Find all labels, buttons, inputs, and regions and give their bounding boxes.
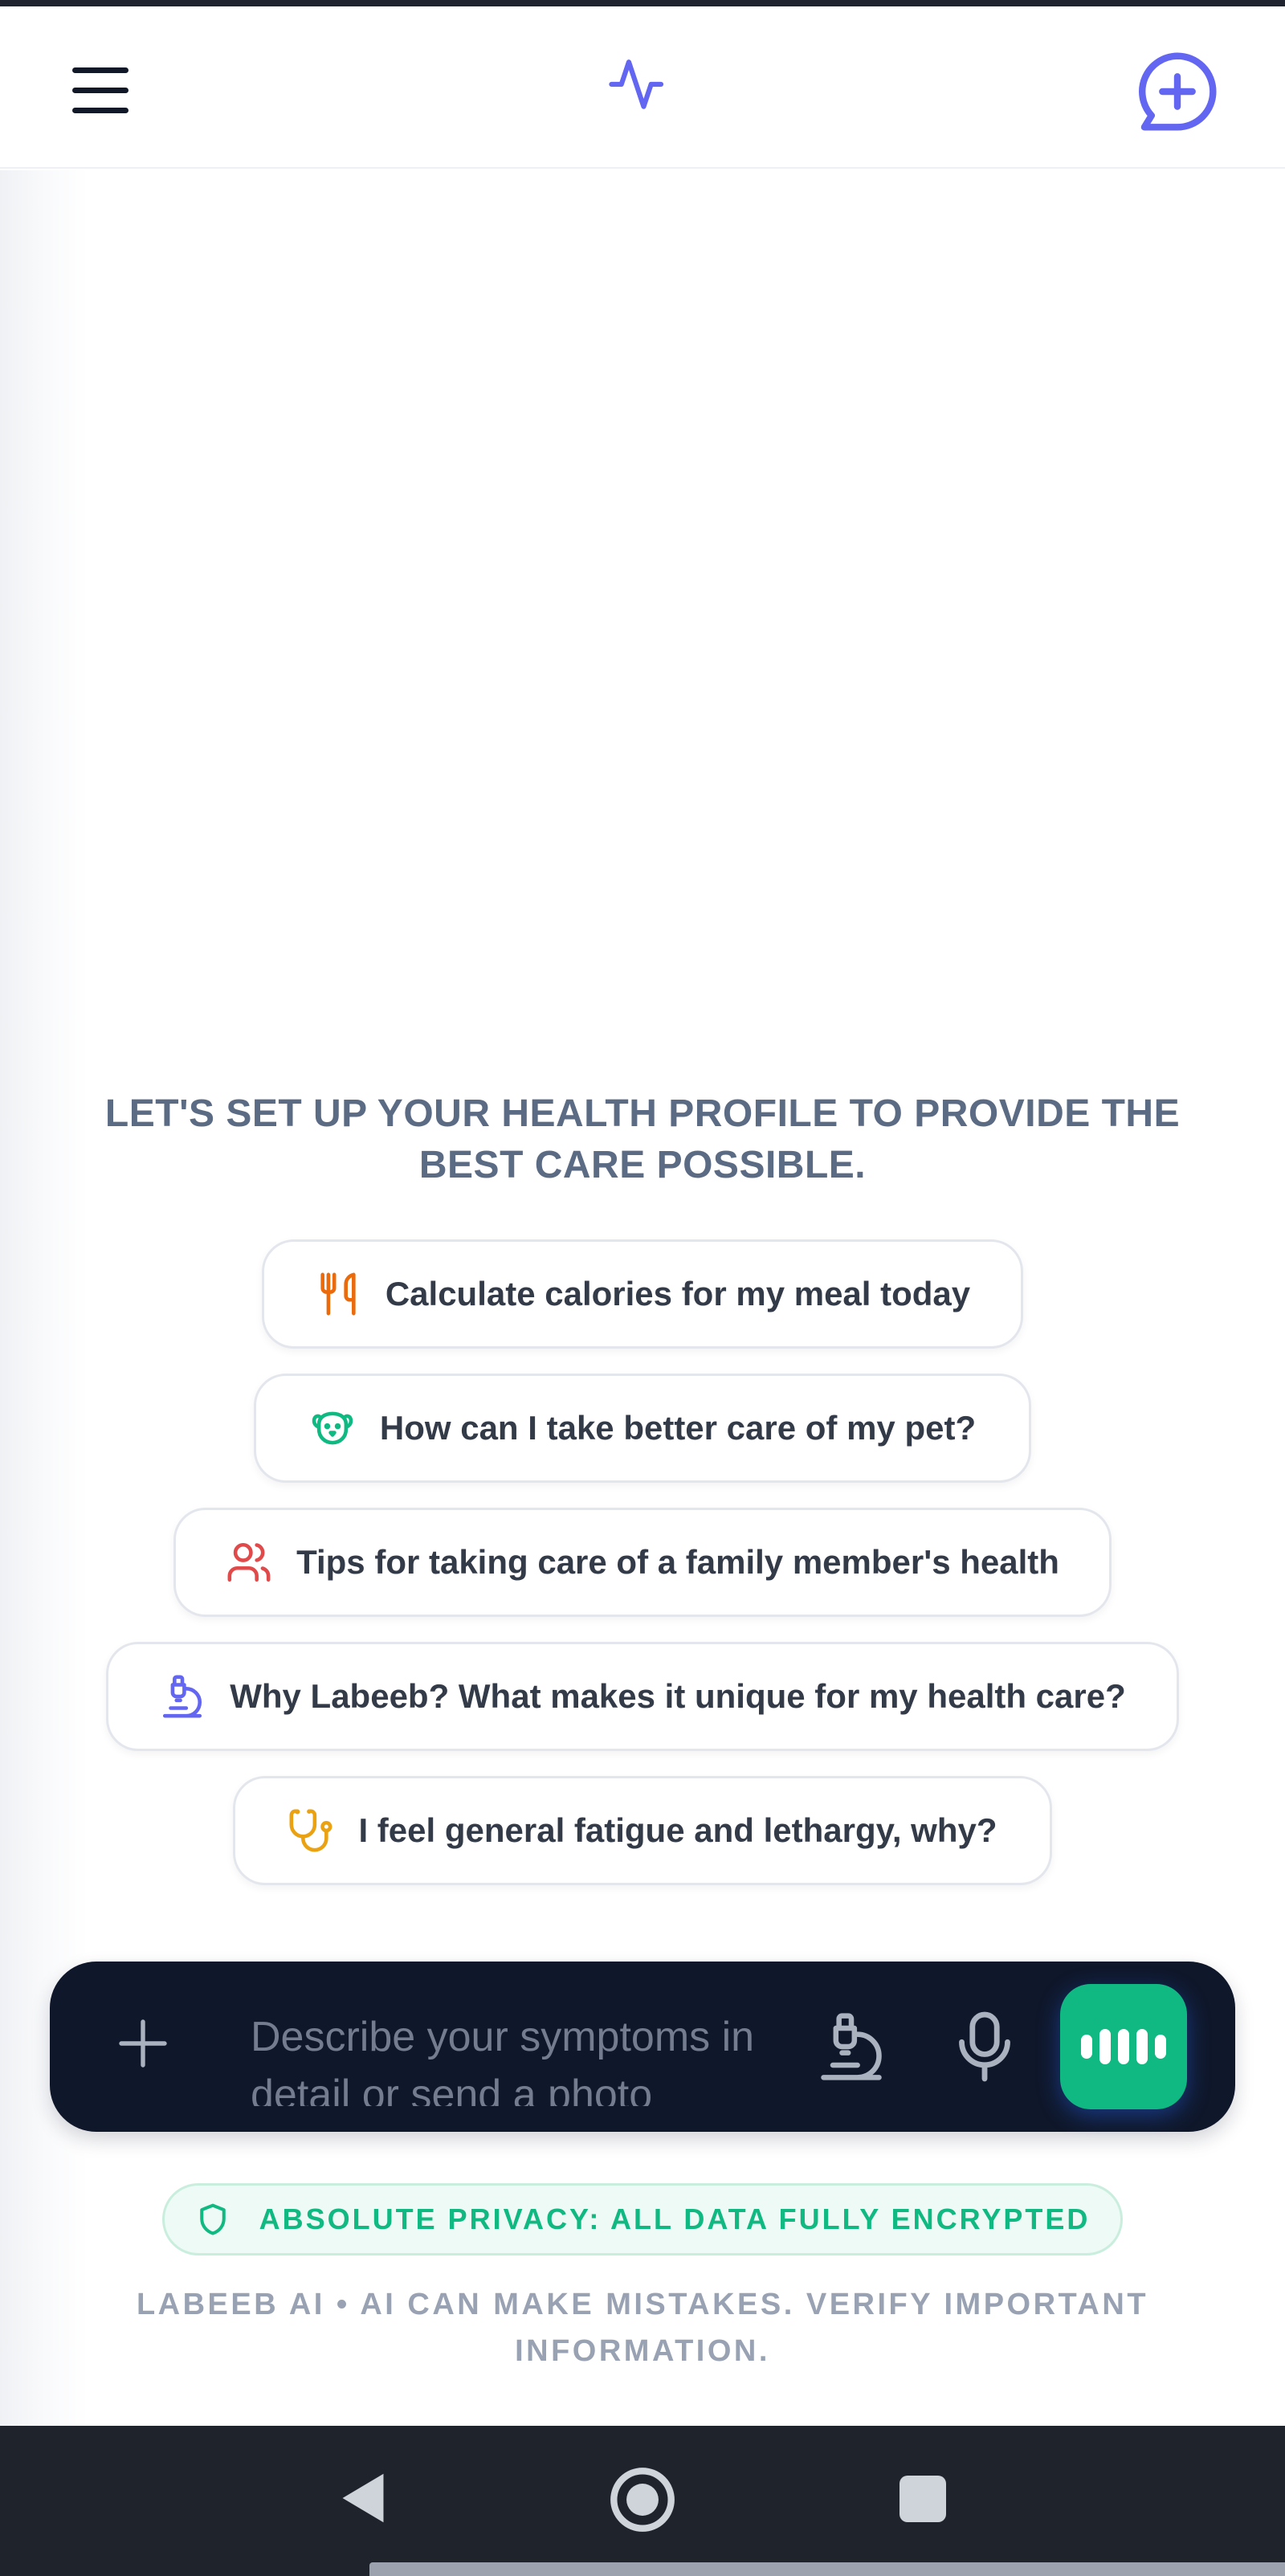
wave-bar [1099, 2029, 1111, 2064]
users-icon [227, 1542, 271, 1582]
suggestion-pet-care[interactable]: How can I take better care of my pet? [254, 1374, 1031, 1483]
app-header [0, 6, 1285, 169]
suggestion-label: Why Labeeb? What makes it unique for my … [230, 1677, 1126, 1715]
wave-bar [1081, 2035, 1092, 2059]
hamburger-line [72, 108, 128, 113]
lab-analysis-button[interactable] [814, 2010, 888, 2084]
new-chat-button[interactable] [1132, 47, 1222, 137]
status-strip [0, 0, 1285, 6]
home-icon[interactable] [609, 2466, 676, 2533]
dog-icon [312, 1411, 353, 1445]
suggestion-calories[interactable]: Calculate calories for my meal today [262, 1239, 1023, 1349]
attach-button[interactable] [114, 2015, 172, 2072]
suggestion-label: Tips for taking care of a family member'… [296, 1543, 1059, 1581]
voice-mode-button[interactable] [1060, 1984, 1187, 2109]
microphone-button[interactable] [954, 2010, 1015, 2084]
suggestion-why-labeeb[interactable]: Why Labeeb? What makes it unique for my … [106, 1642, 1179, 1751]
recent-apps-icon[interactable] [900, 2476, 946, 2522]
ai-disclaimer: LABEEB AI • AI CAN MAKE MISTAKES. VERIFY… [136, 2288, 1149, 2368]
wave-bar [1155, 2035, 1166, 2059]
suggestion-label: I feel general fatigue and lethargy, why… [358, 1811, 997, 1849]
utensils-icon [320, 1272, 356, 1316]
wave-bar [1136, 2029, 1148, 2064]
symptom-input[interactable]: Describe your symptoms in detail or send… [251, 2008, 765, 2106]
pulse-activity-icon [609, 59, 664, 109]
hamburger-line [72, 88, 128, 93]
stethoscope-icon [289, 1809, 332, 1852]
privacy-badge: ABSOLUTE PRIVACY: ALL DATA FULLY ENCRYPT… [162, 2183, 1123, 2256]
suggestion-fatigue[interactable]: I feel general fatigue and lethargy, why… [233, 1776, 1052, 1885]
back-icon[interactable] [337, 2470, 389, 2526]
wave-bar [1118, 2029, 1129, 2064]
gesture-handle [369, 2562, 1285, 2576]
suggestion-family-health[interactable]: Tips for taking care of a family member'… [173, 1508, 1112, 1617]
privacy-text: ABSOLUTE PRIVACY: ALL DATA FULLY ENCRYPT… [259, 2202, 1091, 2235]
hamburger-line [72, 67, 128, 73]
microscope-icon [163, 1675, 202, 1718]
shield-icon [199, 2203, 226, 2235]
menu-button[interactable] [69, 59, 133, 124]
suggestion-label: How can I take better care of my pet? [379, 1409, 977, 1447]
profile-intro-text: LET'S SET UP YOUR HEALTH PROFILE TO PROV… [104, 1092, 1181, 1186]
suggestion-label: Calculate calories for my meal today [385, 1275, 971, 1312]
plus-icon [1159, 73, 1196, 110]
